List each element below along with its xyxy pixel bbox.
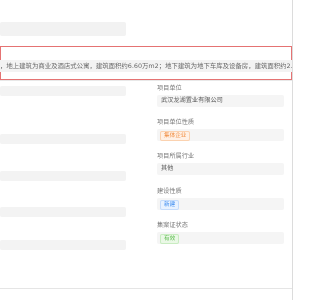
left-field-4[interactable] (0, 207, 126, 217)
section-divider (0, 80, 292, 81)
bottom-divider (0, 288, 292, 289)
field-industry[interactable]: 其他 (157, 163, 284, 175)
form-panel: ，地上建筑为商业及酒店式公寓，建筑面积约6.60万m2；地下建筑为地下车库及设备… (0, 0, 300, 300)
field-construction-nature[interactable]: 新建 (157, 198, 284, 210)
field-unit-nature[interactable]: 集体企业 (157, 129, 284, 141)
tag-unit-nature: 集体企业 (160, 131, 191, 141)
left-field-2[interactable] (0, 134, 126, 144)
left-field-1[interactable] (0, 86, 126, 96)
value-project-unit: 武汉龙湖置业有限公司 (161, 97, 223, 104)
label-unit-nature: 项目单位性质 (157, 119, 195, 126)
left-field-5[interactable] (0, 240, 126, 250)
top-input-field[interactable] (0, 22, 126, 36)
project-description-text: ，地上建筑为商业及酒店式公寓，建筑面积约6.60万m2；地下建筑为地下车库及设备… (0, 60, 292, 72)
value-industry: 其他 (161, 165, 174, 172)
field-certificate-status[interactable]: 有效 (157, 232, 284, 244)
label-certificate-status: 集案证状态 (157, 222, 188, 229)
label-construction-nature: 建设性质 (157, 188, 182, 195)
field-project-unit[interactable]: 武汉龙湖置业有限公司 (157, 95, 284, 107)
tag-construction-nature: 新建 (160, 200, 180, 210)
left-field-3[interactable] (0, 171, 126, 181)
panel-right-border (292, 0, 293, 300)
label-project-unit: 项目单位 (157, 85, 182, 92)
tag-certificate-status: 有效 (160, 234, 180, 244)
label-industry: 项目所属行业 (157, 153, 195, 160)
